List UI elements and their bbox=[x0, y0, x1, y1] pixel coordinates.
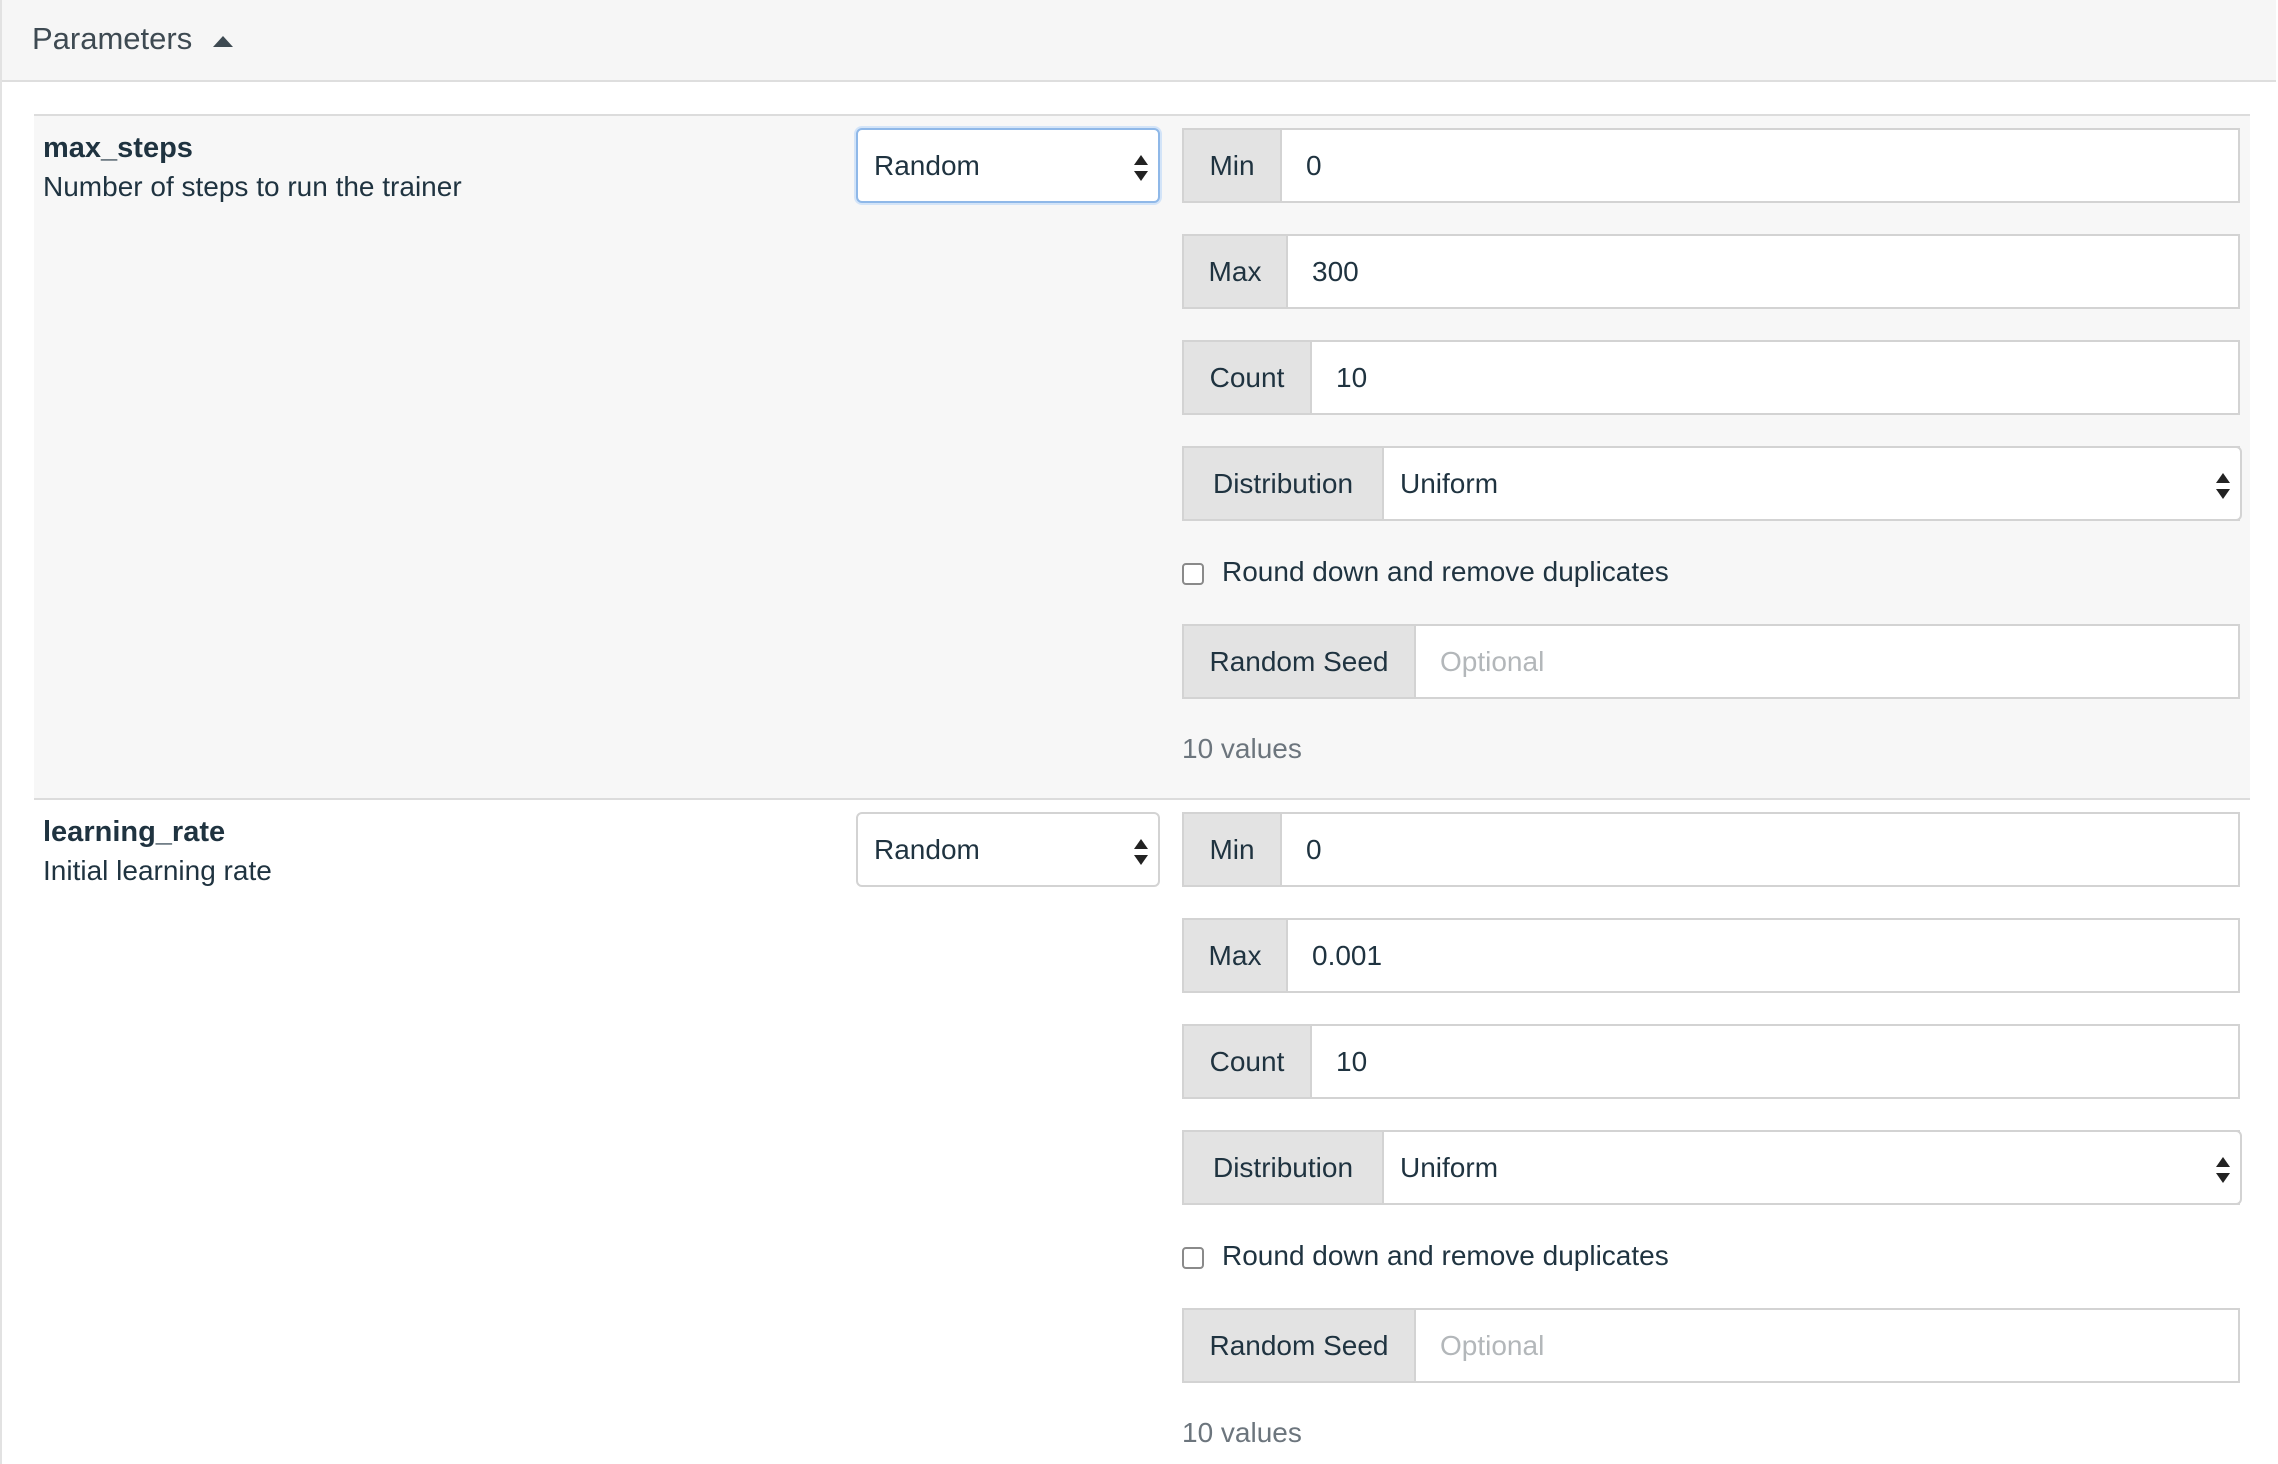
min-label: Min bbox=[1184, 814, 1282, 885]
select-arrows-icon bbox=[1134, 839, 1148, 865]
round-down-label[interactable]: Round down and remove duplicates bbox=[1222, 556, 1669, 588]
max-label: Max bbox=[1184, 920, 1288, 991]
round-down-checkbox[interactable] bbox=[1182, 563, 1204, 585]
max-input[interactable]: 300 bbox=[1312, 256, 1359, 288]
min-input[interactable]: 0 bbox=[1306, 834, 1322, 866]
max-input[interactable]: 0.001 bbox=[1312, 940, 1382, 972]
random-seed-label: Random Seed bbox=[1184, 1310, 1416, 1381]
round-down-checkbox[interactable] bbox=[1182, 1247, 1204, 1269]
count-input[interactable]: 10 bbox=[1336, 362, 1367, 394]
mode-select-value: Random bbox=[874, 834, 980, 865]
round-down-label[interactable]: Round down and remove duplicates bbox=[1222, 1240, 1669, 1272]
count-field-group: Count 10 bbox=[1182, 1024, 2240, 1099]
distribution-label: Distribution bbox=[1184, 448, 1384, 519]
values-summary: 10 values bbox=[1182, 733, 1302, 764]
min-field-group: Min 0 bbox=[1182, 128, 2240, 203]
max-field-group: Max 300 bbox=[1182, 234, 2240, 309]
min-input[interactable]: 0 bbox=[1306, 150, 1322, 182]
max-label: Max bbox=[1184, 236, 1288, 307]
distribution-label: Distribution bbox=[1184, 1132, 1384, 1203]
parameter-name: max_steps bbox=[43, 132, 193, 164]
parameter-row-learning-rate: learning_rate Initial learning rate Rand… bbox=[34, 800, 2250, 1464]
mode-select-value: Random bbox=[874, 150, 980, 181]
distribution-select[interactable]: Uniform bbox=[1382, 1130, 2242, 1205]
parameter-description: Initial learning rate bbox=[43, 855, 272, 886]
select-arrows-icon bbox=[2216, 473, 2230, 499]
parameters-panel-header[interactable]: Parameters bbox=[2, 0, 2276, 82]
count-label: Count bbox=[1184, 1026, 1312, 1097]
min-field-group: Min 0 bbox=[1182, 812, 2240, 887]
distribution-select[interactable]: Uniform bbox=[1382, 446, 2242, 521]
parameters-panel: Parameters max_steps Number of steps to … bbox=[0, 0, 2276, 1464]
random-seed-label: Random Seed bbox=[1184, 626, 1416, 697]
count-field-group: Count 10 bbox=[1182, 340, 2240, 415]
parameter-name: learning_rate bbox=[43, 816, 226, 848]
count-input[interactable]: 10 bbox=[1336, 1046, 1367, 1078]
random-seed-field-group: Random Seed Optional bbox=[1182, 624, 2240, 699]
distribution-select-value: Uniform bbox=[1400, 1152, 1499, 1183]
count-label: Count bbox=[1184, 342, 1312, 413]
min-label: Min bbox=[1184, 130, 1282, 201]
random-seed-input[interactable]: Optional bbox=[1440, 646, 1544, 678]
select-arrows-icon bbox=[2216, 1157, 2230, 1183]
panel-title: Parameters bbox=[32, 21, 193, 56]
caret-up-icon[interactable] bbox=[213, 36, 233, 47]
distribution-field-group: Distribution Uniform bbox=[1182, 1130, 2242, 1205]
distribution-field-group: Distribution Uniform bbox=[1182, 446, 2242, 521]
mode-select[interactable]: Random bbox=[856, 128, 1160, 203]
parameter-description: Number of steps to run the trainer bbox=[43, 171, 462, 202]
mode-select[interactable]: Random bbox=[856, 812, 1160, 887]
random-seed-field-group: Random Seed Optional bbox=[1182, 1308, 2240, 1383]
parameter-row-max-steps: max_steps Number of steps to run the tra… bbox=[34, 114, 2250, 800]
values-summary: 10 values bbox=[1182, 1417, 1302, 1448]
select-arrows-icon bbox=[1134, 155, 1148, 181]
random-seed-input[interactable]: Optional bbox=[1440, 1330, 1544, 1362]
max-field-group: Max 0.001 bbox=[1182, 918, 2240, 993]
distribution-select-value: Uniform bbox=[1400, 468, 1499, 499]
